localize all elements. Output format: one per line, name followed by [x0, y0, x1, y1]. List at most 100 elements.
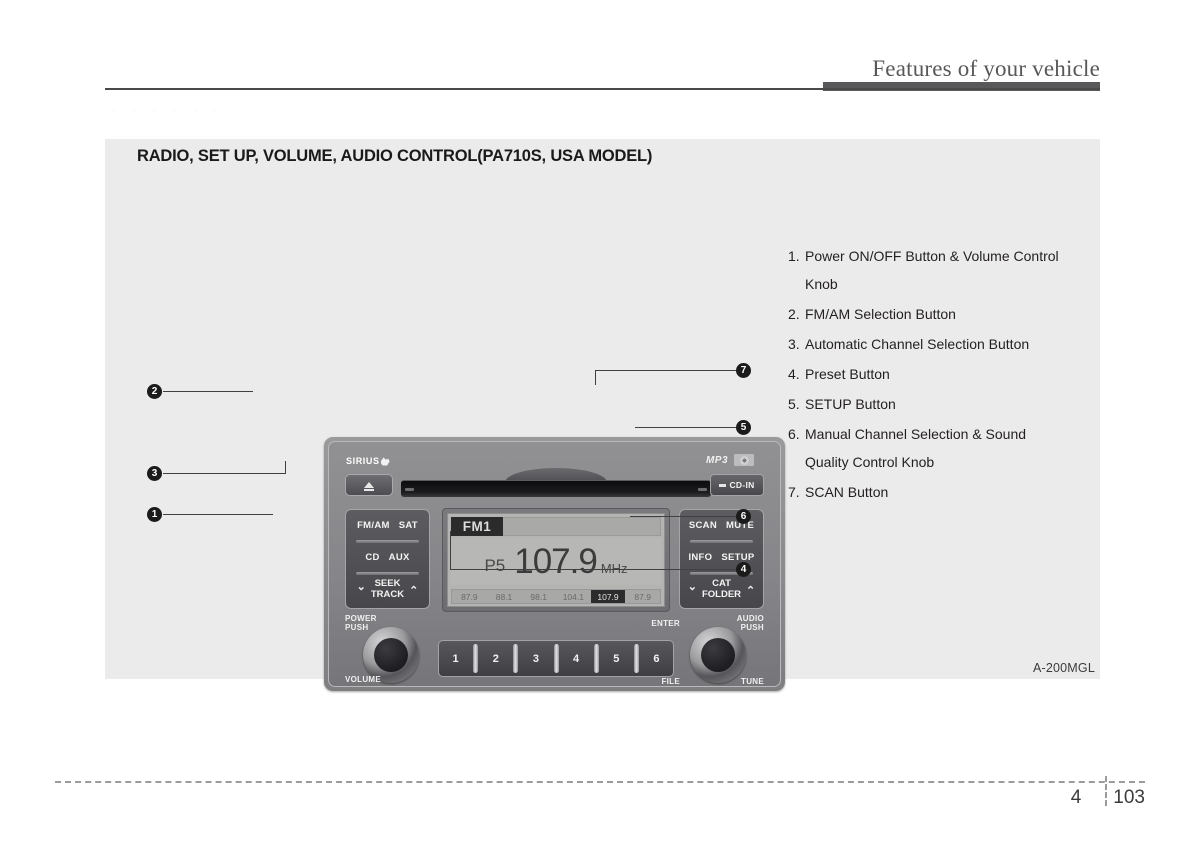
- footer-divider: [55, 781, 1145, 783]
- frequency-value: 107.9: [514, 542, 598, 581]
- chevron-down-icon: ⌄: [687, 581, 697, 593]
- right-button-cluster: SCAN MUTE INFO SETUP ⌄ CAT FOLDER ⌃: [679, 509, 764, 609]
- content-panel: RADIO, SET UP, VOLUME, AUDIO CONTROL(PA7…: [105, 139, 1100, 691]
- callout-marker-2: 2: [147, 384, 162, 399]
- cd-in-label: CD-IN: [729, 480, 755, 490]
- info-label: INFO: [688, 552, 713, 563]
- preset-freq-cell: 104.1: [562, 591, 584, 602]
- preset-divider: [553, 641, 560, 676]
- preset-number-label: P5: [484, 556, 506, 575]
- preset-button-strip: 1 2 3 4 5 6: [438, 640, 674, 677]
- sirius-logo-label: SIRIUS: [346, 456, 380, 466]
- power-label: POWER: [345, 614, 377, 623]
- preset-button-6[interactable]: 6: [640, 641, 673, 676]
- cd-in-dash-icon: [719, 483, 727, 487]
- callout-leader-5: [635, 427, 736, 428]
- preset-divider: [472, 641, 479, 676]
- list-item: 4. Preset Button: [788, 360, 1098, 388]
- fm-am-label: FM/AM: [357, 520, 390, 531]
- preset-freq-cell: 87.9: [461, 591, 478, 602]
- preset-freq-cell-active: 107.9: [590, 590, 626, 603]
- list-item: 1. Power ON/OFF Button & Volume Control …: [788, 242, 1098, 298]
- band-indicator: FM1: [451, 517, 503, 536]
- preset-button-1[interactable]: 1: [439, 641, 472, 676]
- callout-leader-7-riser: [595, 370, 596, 385]
- seek-label: SEEK: [374, 578, 401, 589]
- compact-disc-icon: [734, 454, 754, 466]
- enter-label: ENTER: [651, 619, 680, 628]
- description-list: 1. Power ON/OFF Button & Volume Control …: [788, 242, 1098, 508]
- preset-button-5[interactable]: 5: [600, 641, 633, 676]
- radio-display: FM1 P5 107.9 MHz 87.9 88.1 98.1 104.1 10…: [447, 513, 665, 607]
- callout-leader-4-riser: [450, 531, 451, 570]
- preset-freq-cell: 87.9: [634, 591, 651, 602]
- list-item: 3. Automatic Channel Selection Button: [788, 330, 1098, 358]
- callout-leader-1: [163, 514, 273, 515]
- cd-aux-button[interactable]: CD AUX: [346, 542, 429, 575]
- chapter-number: 4: [1070, 787, 1082, 808]
- list-item: 6. Manual Channel Selection & Sound Qual…: [788, 420, 1098, 476]
- header-divider: [105, 88, 1100, 90]
- list-item-label-cont: Quality Control Knob: [805, 454, 935, 470]
- cd-slot-assembly: [401, 468, 711, 498]
- list-item-label: FM/AM Selection Button: [805, 306, 956, 322]
- radio-head-unit: SIRIUS MP3 CD-IN FM/AM SAT CD AUX ⌄ SEEK…: [324, 437, 785, 691]
- radio-faceplate: SIRIUS MP3 CD-IN FM/AM SAT CD AUX ⌄ SEEK…: [328, 441, 781, 687]
- preset-button-4[interactable]: 4: [560, 641, 593, 676]
- tune-label: TUNE: [741, 677, 764, 686]
- left-button-cluster: FM/AM SAT CD AUX ⌄ SEEK TRACK ⌃: [345, 509, 430, 609]
- fm-am-sat-button[interactable]: FM/AM SAT: [346, 510, 429, 543]
- callout-marker-4: 4: [736, 562, 751, 577]
- callout-leader-4: [450, 569, 736, 570]
- audio-label: AUDIO: [736, 614, 764, 623]
- display-main-area: P5 107.9 MHz: [451, 538, 661, 585]
- eject-icon: [364, 482, 374, 491]
- list-item-label: SETUP Button: [805, 396, 896, 412]
- seek-track-labels: SEEK TRACK: [371, 578, 404, 600]
- callout-marker-5: 5: [736, 420, 751, 435]
- preset-divider: [633, 641, 640, 676]
- list-item-number: 4.: [788, 366, 800, 382]
- preset-button-3[interactable]: 3: [519, 641, 552, 676]
- seek-track-button[interactable]: ⌄ SEEK TRACK ⌃: [346, 573, 429, 606]
- sirius-dog-icon: [380, 457, 390, 466]
- display-top-blank: [503, 517, 661, 536]
- cd-insert-slot[interactable]: [401, 480, 711, 497]
- callout-leader-7: [595, 370, 736, 371]
- setup-label: SETUP: [721, 552, 755, 563]
- list-item-label: Manual Channel Selection & Sound: [805, 426, 1027, 442]
- callout-leader-3: [163, 473, 285, 474]
- cd-label: CD: [365, 552, 380, 563]
- list-item-label: SCAN Button: [805, 484, 889, 500]
- callout-marker-6: 6: [736, 509, 751, 524]
- cat-folder-button[interactable]: ⌄ CAT FOLDER ⌃: [680, 573, 763, 606]
- chevron-down-icon: ⌄: [356, 581, 366, 593]
- list-item: 2. FM/AM Selection Button: [788, 300, 1098, 328]
- mp3-logo-label: MP3: [705, 455, 728, 466]
- preset-button-2[interactable]: 2: [479, 641, 512, 676]
- sat-label: SAT: [398, 520, 418, 531]
- file-label: FILE: [661, 677, 680, 686]
- list-item-number: 5.: [788, 396, 800, 412]
- list-item-number: 3.: [788, 336, 800, 352]
- preset-divider: [512, 641, 519, 676]
- page-header: Features of your vehicle • • • • • •: [0, 0, 1200, 118]
- chevron-up-icon: ⌃: [409, 585, 419, 597]
- preset-divider: [593, 641, 600, 676]
- callout-leader-2: [163, 391, 253, 392]
- display-bezel: FM1 P5 107.9 MHz 87.9 88.1 98.1 104.1 10…: [442, 508, 670, 612]
- band-label: FM1: [462, 519, 492, 534]
- callout-marker-3: 3: [147, 466, 162, 481]
- page-number: 103: [1113, 787, 1145, 808]
- volume-label: VOLUME: [345, 675, 382, 684]
- watermark-text: • • • • • •: [112, 103, 224, 118]
- eject-button[interactable]: [345, 474, 393, 496]
- preset-freq-cell: 88.1: [495, 591, 513, 602]
- preset-freq-cell: 98.1: [530, 591, 547, 602]
- section-title: RADIO, SET UP, VOLUME, AUDIO CONTROL(PA7…: [137, 147, 653, 165]
- list-item: 7. SCAN Button: [788, 478, 1098, 506]
- knob-body: [690, 627, 746, 683]
- callout-marker-1: 1: [147, 507, 162, 522]
- tune-audio-knob[interactable]: [690, 627, 746, 683]
- list-item: 5. SETUP Button: [788, 390, 1098, 418]
